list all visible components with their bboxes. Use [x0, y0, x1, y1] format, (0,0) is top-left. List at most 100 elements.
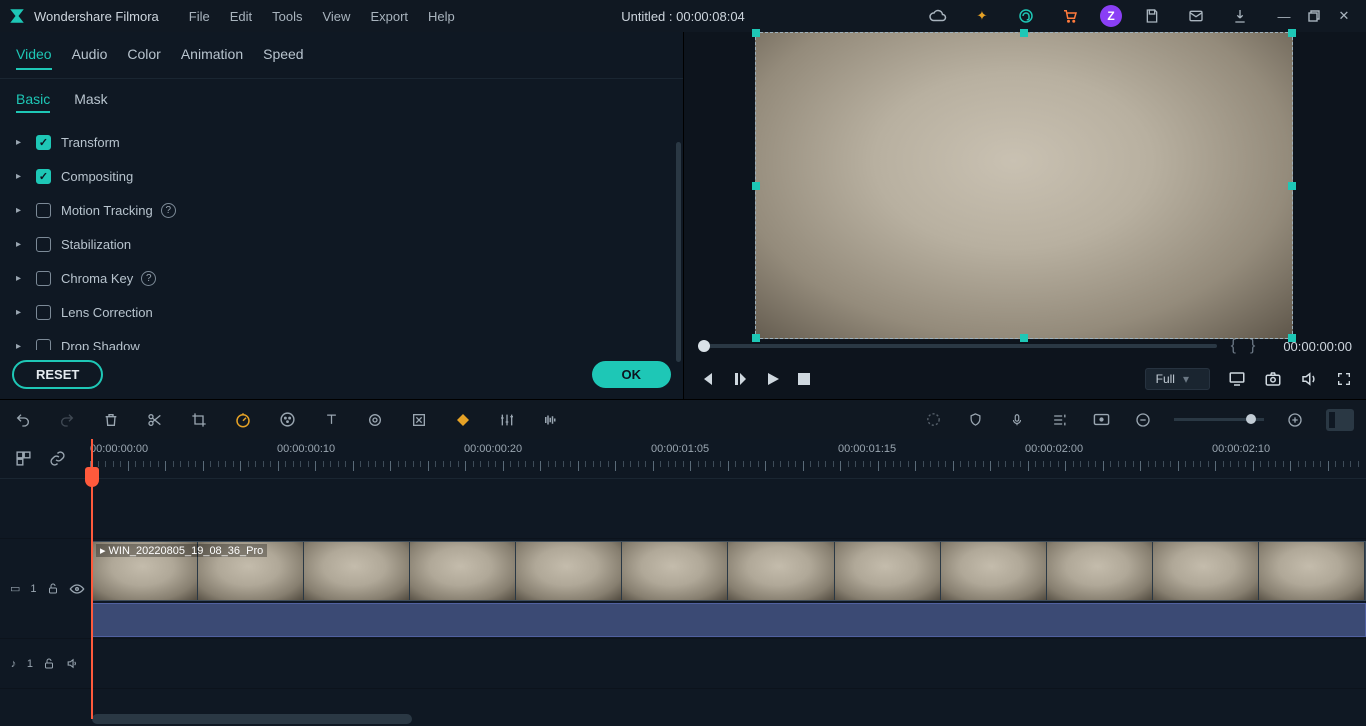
audio-clip[interactable] [91, 603, 1366, 637]
eye-icon[interactable] [69, 583, 85, 595]
keyframe-icon[interactable] [364, 409, 386, 431]
window-restore[interactable] [1300, 2, 1328, 30]
subtab-basic[interactable]: Basic [16, 89, 50, 113]
stop-icon[interactable] [798, 373, 810, 385]
resize-handle[interactable] [752, 29, 760, 37]
window-minimize[interactable]: ― [1270, 2, 1298, 30]
property-row-stabilization[interactable]: ▸ Stabilization [8, 227, 683, 261]
color-icon[interactable] [276, 409, 298, 431]
property-row-drop-shadow[interactable]: ▸ Drop Shadow [8, 329, 683, 350]
zoom-handle[interactable] [1246, 414, 1256, 424]
property-checkbox[interactable] [36, 305, 51, 320]
menu-help[interactable]: Help [418, 5, 465, 28]
property-checkbox[interactable] [36, 135, 51, 150]
resize-handle[interactable] [1288, 334, 1296, 342]
lock-icon[interactable] [43, 657, 55, 670]
prev-frame-icon[interactable] [698, 371, 714, 387]
audio-wave-icon[interactable] [540, 409, 562, 431]
lock-icon[interactable] [47, 582, 59, 595]
audio-mixer-icon[interactable] [1048, 409, 1070, 431]
property-list[interactable]: ▸ Transform ▸ Compositing ▸ Motion Track… [0, 121, 683, 350]
redo-icon[interactable] [56, 409, 78, 431]
menu-tools[interactable]: Tools [262, 5, 312, 28]
tab-color[interactable]: Color [127, 42, 160, 70]
play-pause-icon[interactable] [732, 371, 748, 387]
link-icon[interactable] [46, 448, 68, 470]
zoom-slider[interactable] [1174, 418, 1264, 421]
tab-audio[interactable]: Audio [72, 42, 108, 70]
fullscreen-icon[interactable] [1336, 371, 1352, 387]
playhead[interactable] [91, 439, 93, 719]
property-row-motion-tracking[interactable]: ▸ Motion Tracking ? [8, 193, 683, 227]
snapshot-icon[interactable] [1264, 370, 1282, 388]
property-checkbox[interactable] [36, 339, 51, 351]
mixer-icon[interactable] [496, 409, 518, 431]
mark-in-out-icon[interactable]: {} [1231, 337, 1270, 355]
download-icon[interactable] [1226, 2, 1254, 30]
resize-handle[interactable] [752, 182, 760, 190]
menu-file[interactable]: File [179, 5, 220, 28]
zoom-fit-icon[interactable] [1326, 409, 1354, 431]
reset-button[interactable]: RESET [12, 360, 103, 389]
zoom-out-icon[interactable] [1132, 409, 1154, 431]
preview-canvas[interactable] [684, 32, 1366, 333]
resize-handle[interactable] [1288, 29, 1296, 37]
property-checkbox[interactable] [36, 237, 51, 252]
record-icon[interactable] [1090, 409, 1112, 431]
property-checkbox[interactable] [36, 271, 51, 286]
fit-icon[interactable] [408, 409, 430, 431]
property-row-compositing[interactable]: ▸ Compositing [8, 159, 683, 193]
tab-speed[interactable]: Speed [263, 42, 303, 70]
window-close[interactable]: ✕ [1330, 2, 1358, 30]
idea-icon[interactable]: ✦ [968, 2, 996, 30]
crop-icon[interactable] [188, 409, 210, 431]
menu-export[interactable]: Export [360, 5, 418, 28]
video-clip[interactable]: ▸WIN_20220805_19_08_36_Pro [91, 541, 1366, 601]
speaker-icon[interactable] [65, 657, 80, 670]
resize-handle[interactable] [1288, 182, 1296, 190]
voiceover-icon[interactable] [1006, 409, 1028, 431]
user-avatar[interactable]: Z [1100, 5, 1122, 27]
resize-handle[interactable] [1020, 29, 1028, 37]
help-icon[interactable]: ? [141, 271, 156, 286]
timeline-ruler[interactable]: 00:00:00:0000:00:00:1000:00:00:2000:00:0… [90, 439, 1366, 478]
property-scrollbar[interactable] [676, 142, 681, 362]
timeline-horizontal-scrollbar[interactable] [92, 714, 412, 724]
track-manage-icon[interactable] [12, 448, 34, 470]
tab-video[interactable]: Video [16, 42, 52, 70]
menu-view[interactable]: View [312, 5, 360, 28]
cart-icon[interactable] [1056, 2, 1084, 30]
help-icon[interactable]: ? [161, 203, 176, 218]
scrub-track[interactable] [698, 344, 1217, 348]
display-icon[interactable] [1228, 370, 1246, 388]
message-icon[interactable] [1182, 2, 1210, 30]
preview-frame[interactable] [755, 32, 1293, 339]
playhead-handle[interactable] [85, 467, 99, 487]
split-icon[interactable] [144, 409, 166, 431]
support-icon[interactable] [1012, 2, 1040, 30]
property-checkbox[interactable] [36, 203, 51, 218]
resize-handle[interactable] [1020, 334, 1028, 342]
property-row-transform[interactable]: ▸ Transform [8, 125, 683, 159]
marker-icon[interactable] [452, 409, 474, 431]
ok-button[interactable]: OK [592, 361, 672, 388]
text-icon[interactable] [320, 409, 342, 431]
menu-edit[interactable]: Edit [220, 5, 262, 28]
tab-animation[interactable]: Animation [181, 42, 243, 70]
property-row-lens-correction[interactable]: ▸ Lens Correction [8, 295, 683, 329]
delete-icon[interactable] [100, 409, 122, 431]
subtab-mask[interactable]: Mask [74, 89, 107, 113]
shield-icon[interactable] [964, 409, 986, 431]
save-icon[interactable] [1138, 2, 1166, 30]
resize-handle[interactable] [752, 334, 760, 342]
preview-quality-select[interactable]: Full ▾ [1145, 368, 1210, 390]
render-icon[interactable] [922, 409, 944, 431]
scrub-handle[interactable] [698, 340, 710, 352]
property-row-chroma-key[interactable]: ▸ Chroma Key ? [8, 261, 683, 295]
undo-icon[interactable] [12, 409, 34, 431]
zoom-in-icon[interactable] [1284, 409, 1306, 431]
cloud-icon[interactable] [924, 2, 952, 30]
property-checkbox[interactable] [36, 169, 51, 184]
volume-icon[interactable] [1300, 370, 1318, 388]
play-icon[interactable] [766, 372, 780, 386]
